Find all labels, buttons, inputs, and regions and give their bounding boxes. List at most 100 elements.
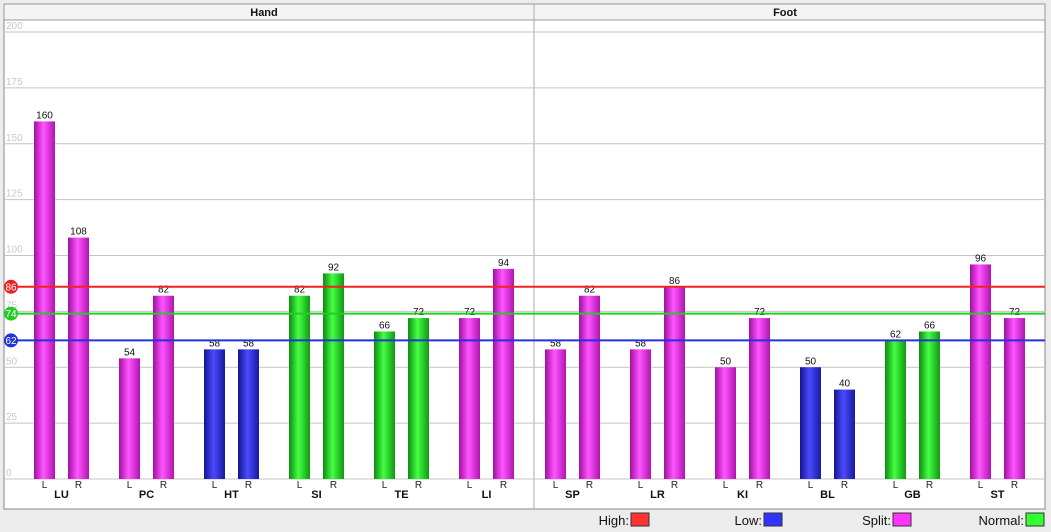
reference-label-62: 62 bbox=[5, 336, 17, 347]
y-tick-label-200: 200 bbox=[6, 21, 23, 32]
y-tick-label-175: 175 bbox=[6, 77, 23, 88]
side-label-li-l: L bbox=[467, 480, 473, 491]
side-label-ki-r: R bbox=[756, 480, 763, 491]
legend-swatch-high bbox=[630, 512, 650, 527]
bar-sp-l bbox=[545, 349, 566, 479]
value-label-te-r: 72 bbox=[413, 307, 425, 318]
reference-label-74: 74 bbox=[5, 309, 17, 320]
bar-si-r bbox=[323, 273, 344, 479]
value-label-te-l: 66 bbox=[379, 320, 391, 331]
bar-gb-r bbox=[919, 331, 940, 479]
bar-pc-l bbox=[119, 358, 140, 479]
bar-li-l bbox=[459, 318, 480, 479]
group-label-lr: LR bbox=[650, 489, 665, 501]
value-label-bl-l: 50 bbox=[805, 356, 817, 367]
side-label-sp-l: L bbox=[553, 480, 559, 491]
group-label-pc: PC bbox=[139, 489, 154, 501]
legend-label-split: Split: bbox=[862, 513, 891, 528]
value-label-gb-r: 66 bbox=[924, 320, 936, 331]
y-tick-label-25: 25 bbox=[6, 412, 18, 423]
bar-ht-l bbox=[204, 349, 225, 479]
bar-st-r bbox=[1004, 318, 1025, 479]
side-label-lr-r: R bbox=[671, 480, 678, 491]
legend-swatch-normal bbox=[1025, 512, 1045, 527]
reference-label-86: 86 bbox=[5, 282, 17, 293]
side-label-te-l: L bbox=[382, 480, 388, 491]
bar-te-l bbox=[374, 331, 395, 479]
side-label-gb-l: L bbox=[893, 480, 899, 491]
group-label-gb: GB bbox=[904, 489, 921, 501]
bar-li-r bbox=[493, 268, 514, 479]
side-label-st-r: R bbox=[1011, 480, 1018, 491]
bar-gb-l bbox=[885, 340, 906, 479]
bar-lr-l bbox=[630, 349, 651, 479]
bar-lu-l bbox=[34, 121, 55, 480]
value-label-lu-r: 108 bbox=[70, 227, 87, 238]
bar-si-l bbox=[289, 295, 310, 479]
value-label-st-r: 72 bbox=[1009, 307, 1021, 318]
bar-bl-l bbox=[800, 367, 821, 479]
legend-swatch-split bbox=[892, 512, 912, 527]
value-label-bl-r: 40 bbox=[839, 379, 851, 390]
meridian-bar-chart: Hand Foot 0255075100125150175200 1601085… bbox=[3, 3, 1046, 528]
group-label-sp: SP bbox=[565, 489, 580, 501]
value-label-li-r: 94 bbox=[498, 258, 510, 269]
header-strip bbox=[3, 3, 1046, 21]
side-label-st-l: L bbox=[978, 480, 984, 491]
panel-title-hand: Hand bbox=[250, 7, 278, 19]
y-tick-label-50: 50 bbox=[6, 356, 18, 367]
side-label-sp-r: R bbox=[586, 480, 593, 491]
group-label-li: LI bbox=[482, 489, 492, 501]
y-tick-label-125: 125 bbox=[6, 189, 23, 200]
value-label-ki-l: 50 bbox=[720, 356, 732, 367]
side-label-lr-l: L bbox=[638, 480, 644, 491]
side-label-si-r: R bbox=[330, 480, 337, 491]
legend-label-normal: Normal: bbox=[978, 513, 1024, 528]
side-label-pc-l: L bbox=[127, 480, 133, 491]
y-tick-label-0: 0 bbox=[6, 468, 12, 479]
value-label-ki-r: 72 bbox=[754, 307, 766, 318]
group-label-si: SI bbox=[311, 489, 321, 501]
side-label-lu-r: R bbox=[75, 480, 82, 491]
bar-ki-r bbox=[749, 318, 770, 479]
group-label-ht: HT bbox=[224, 489, 239, 501]
group-label-bl: BL bbox=[820, 489, 835, 501]
value-label-lr-r: 86 bbox=[669, 276, 681, 287]
group-label-te: TE bbox=[394, 489, 408, 501]
side-label-te-r: R bbox=[415, 480, 422, 491]
bar-ht-r bbox=[238, 349, 259, 479]
group-label-ki: KI bbox=[737, 489, 748, 501]
value-label-gb-l: 62 bbox=[890, 329, 902, 340]
bar-te-r bbox=[408, 318, 429, 479]
bar-st-l bbox=[970, 264, 991, 479]
bar-bl-r bbox=[834, 389, 855, 479]
side-label-ht-l: L bbox=[212, 480, 218, 491]
value-label-pc-l: 54 bbox=[124, 347, 136, 358]
bar-lr-r bbox=[664, 286, 685, 479]
side-label-ki-l: L bbox=[723, 480, 729, 491]
side-label-bl-l: L bbox=[808, 480, 814, 491]
legend-swatch-low bbox=[763, 512, 783, 527]
value-label-st-l: 96 bbox=[975, 253, 987, 264]
side-label-lu-l: L bbox=[42, 480, 48, 491]
bar-pc-r bbox=[153, 295, 174, 479]
bar-sp-r bbox=[579, 295, 600, 479]
legend-label-low: Low: bbox=[735, 513, 762, 528]
side-label-li-r: R bbox=[500, 480, 507, 491]
group-label-lu: LU bbox=[54, 489, 69, 501]
side-label-gb-r: R bbox=[926, 480, 933, 491]
bar-ki-l bbox=[715, 367, 736, 479]
value-label-li-l: 72 bbox=[464, 307, 476, 318]
value-label-si-r: 92 bbox=[328, 262, 340, 273]
panel-title-foot: Foot bbox=[773, 7, 797, 19]
bar-lu-r bbox=[68, 237, 89, 479]
side-label-ht-r: R bbox=[245, 480, 252, 491]
value-label-lu-l: 160 bbox=[36, 110, 53, 121]
group-label-st: ST bbox=[990, 489, 1004, 501]
y-tick-label-150: 150 bbox=[6, 133, 23, 144]
y-tick-label-100: 100 bbox=[6, 245, 23, 256]
legend-label-high: High: bbox=[599, 513, 629, 528]
legend: High: Low: Split: Normal: bbox=[599, 512, 1045, 528]
side-label-pc-r: R bbox=[160, 480, 167, 491]
side-label-si-l: L bbox=[297, 480, 303, 491]
